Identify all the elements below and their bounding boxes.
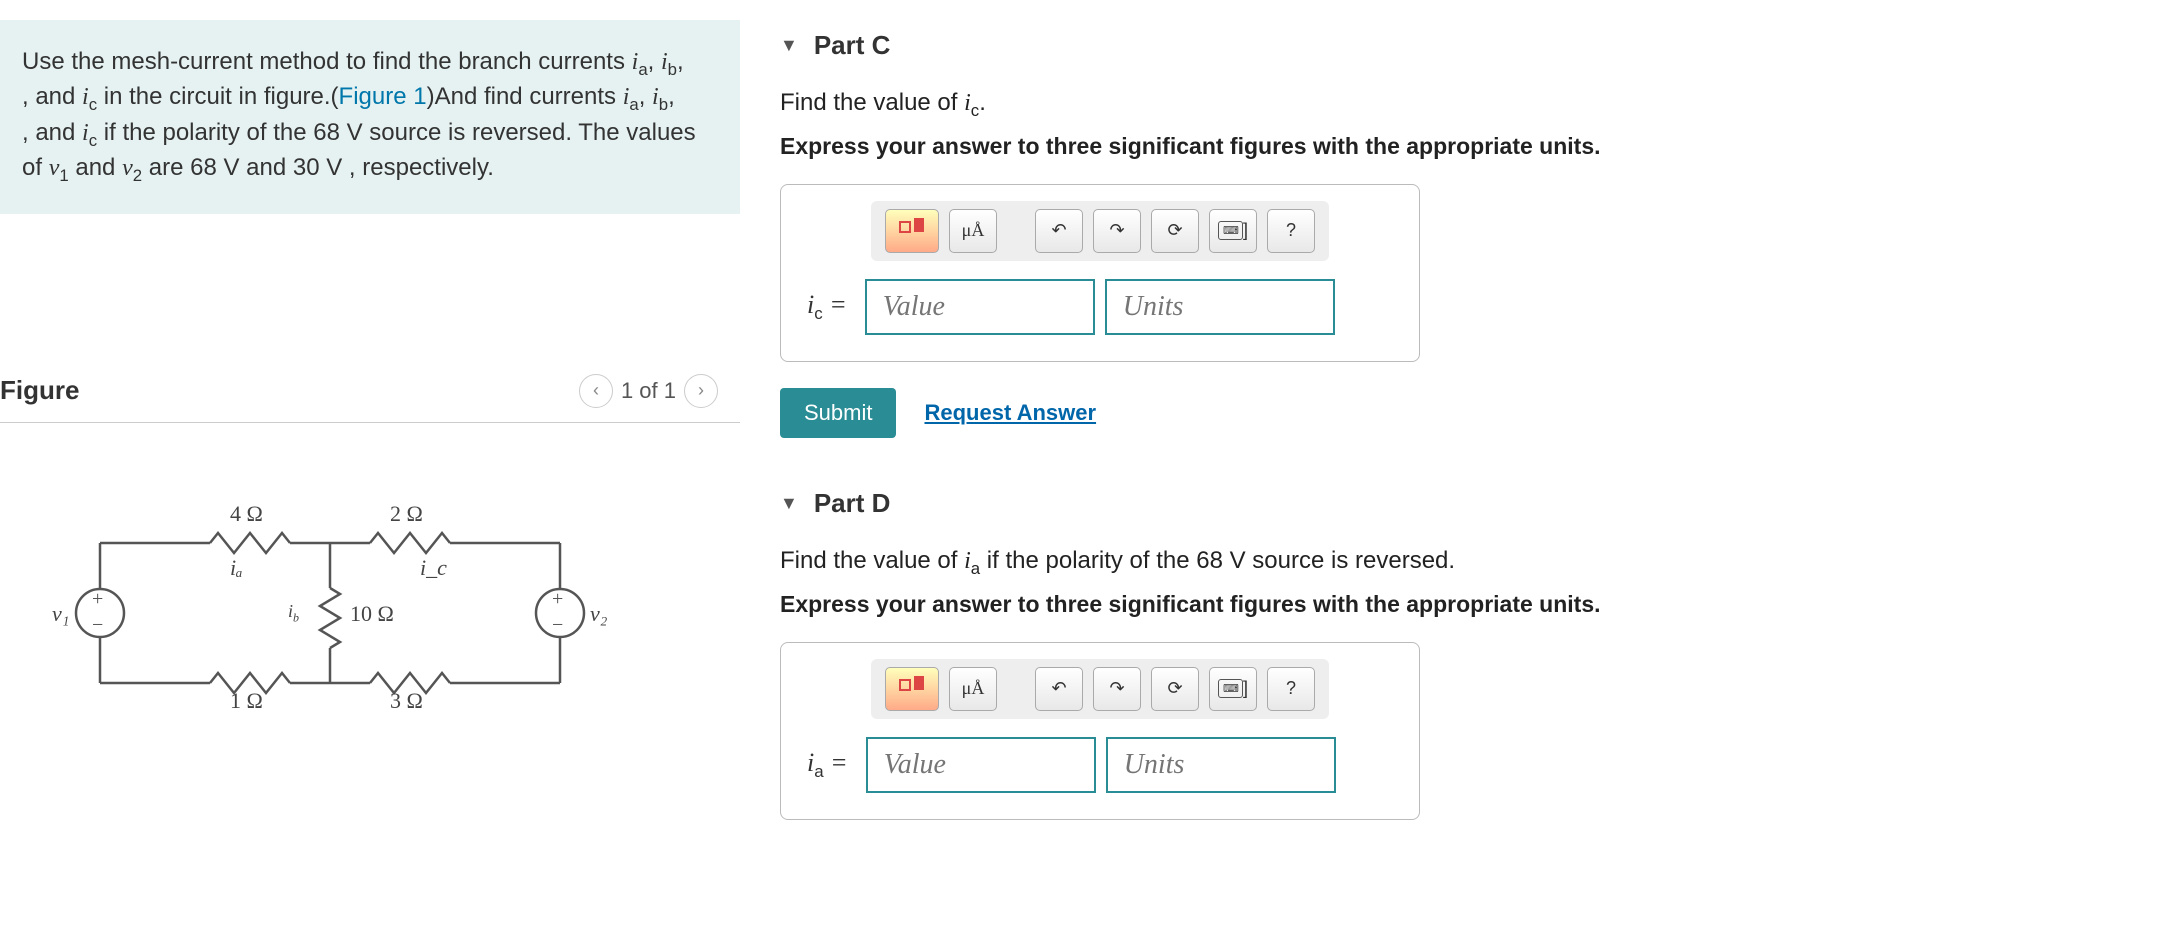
part-title: Part C — [814, 30, 891, 61]
part-c-answer-box: μÅ ↶ ↷ ⟳ ⌨ ] ? ic = — [780, 184, 1420, 362]
help-icon[interactable]: ? — [1267, 667, 1315, 711]
redo-icon[interactable]: ↷ — [1093, 667, 1141, 711]
answer-toolbar: μÅ ↶ ↷ ⟳ ⌨ ] ? — [871, 659, 1329, 719]
units-input[interactable] — [1105, 279, 1335, 335]
submit-button[interactable]: Submit — [780, 388, 896, 438]
units-format-button[interactable]: μÅ — [949, 667, 997, 711]
reset-icon[interactable]: ⟳ — [1151, 209, 1199, 253]
part-d-answer-box: μÅ ↶ ↷ ⟳ ⌨ ] ? ia = — [780, 642, 1420, 820]
part-c-instruction: Express your answer to three significant… — [780, 133, 2128, 160]
value-input[interactable] — [866, 737, 1096, 793]
units-format-button[interactable]: μÅ — [949, 209, 997, 253]
template-icon[interactable] — [885, 209, 939, 253]
svg-text:−: − — [92, 614, 103, 636]
value-input[interactable] — [865, 279, 1095, 335]
keyboard-icon[interactable]: ⌨ ] — [1209, 667, 1257, 711]
keyboard-icon[interactable]: ⌨ ] — [1209, 209, 1257, 253]
undo-icon[interactable]: ↶ — [1035, 209, 1083, 253]
request-answer-link[interactable]: Request Answer — [924, 400, 1096, 426]
part-c-prompt: Find the value of ic. — [780, 89, 2128, 121]
part-d: ▼ Part D Find the value of ia if the pol… — [780, 488, 2128, 820]
answer-variable: ia = — [807, 748, 848, 782]
svg-text:+: + — [552, 588, 563, 610]
figure-link[interactable]: Figure 1 — [339, 83, 427, 110]
part-d-prompt: Find the value of ia if the polarity of … — [780, 547, 2128, 579]
part-c: ▼ Part C Find the value of ic. Express y… — [780, 30, 2128, 438]
part-d-instruction: Express your answer to three significant… — [780, 591, 2128, 618]
svg-text:−: − — [552, 614, 563, 636]
answer-variable: ic = — [807, 290, 847, 324]
circuit-diagram: + − + − 4 Ω 2 Ω iₐ i_c ib 10 Ω 1 Ω 3 Ω v… — [0, 423, 740, 713]
figure-next-button[interactable]: › — [684, 374, 718, 408]
collapse-icon[interactable]: ▼ — [780, 35, 798, 56]
undo-icon[interactable]: ↶ — [1035, 667, 1083, 711]
figure-nav-text: 1 of 1 — [621, 378, 676, 404]
answer-toolbar: μÅ ↶ ↷ ⟳ ⌨ ] ? — [871, 201, 1329, 261]
template-icon[interactable] — [885, 667, 939, 711]
units-input[interactable] — [1106, 737, 1336, 793]
part-title: Part D — [814, 488, 891, 519]
help-icon[interactable]: ? — [1267, 209, 1315, 253]
collapse-icon[interactable]: ▼ — [780, 493, 798, 514]
redo-icon[interactable]: ↷ — [1093, 209, 1141, 253]
figure-prev-button[interactable]: ‹ — [579, 374, 613, 408]
problem-statement: Use the mesh-current method to find the … — [0, 20, 740, 214]
reset-icon[interactable]: ⟳ — [1151, 667, 1199, 711]
figure-title: Figure — [0, 375, 79, 406]
svg-text:+: + — [92, 588, 103, 610]
